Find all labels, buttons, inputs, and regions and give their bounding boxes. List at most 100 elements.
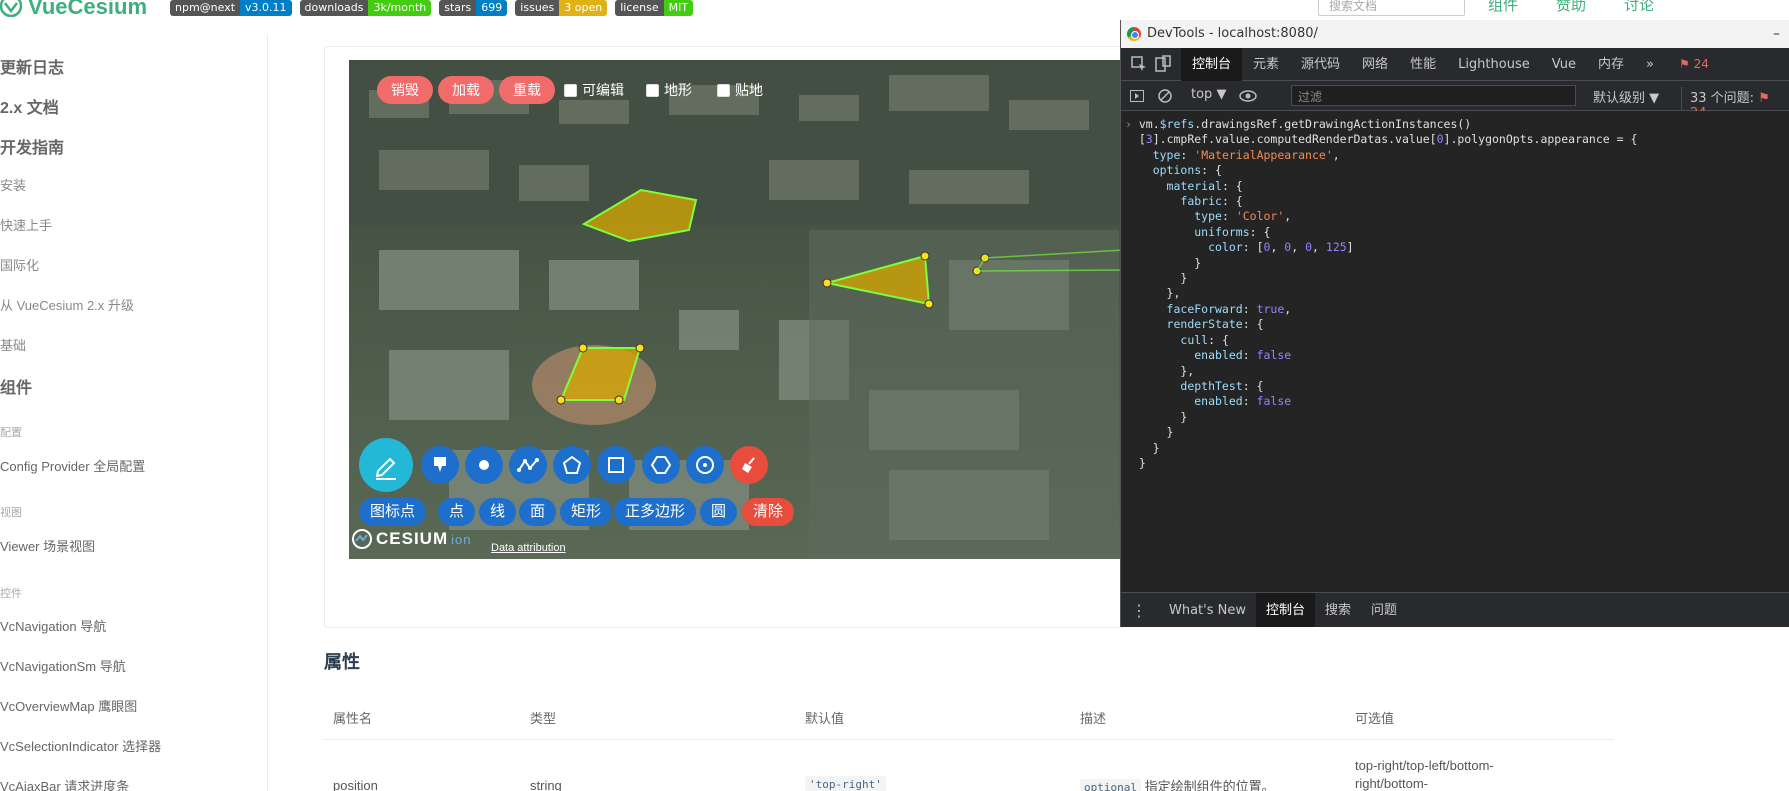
tab-network[interactable]: 网络 <box>1351 48 1399 81</box>
inspect-element-icon[interactable] <box>1129 54 1149 74</box>
log-level-select[interactable]: 默认级别 ▼ <box>1593 87 1659 106</box>
tab-sources[interactable]: 源代码 <box>1290 48 1351 81</box>
tab-lighthouse[interactable]: Lighthouse <box>1447 48 1541 81</box>
nav-link-discuss[interactable]: 讨论 <box>1624 0 1654 15</box>
label-billboard[interactable]: 图标点 <box>359 498 427 526</box>
drawer-menu-icon[interactable]: ⋮ <box>1121 601 1159 620</box>
section-title: 属性 <box>324 652 360 672</box>
column-header: 默认值 <box>805 711 845 726</box>
destroy-button[interactable]: 销毁 <box>377 76 433 104</box>
error-flag-icon: ⚑ <box>1678 57 1690 71</box>
console-output[interactable]: › vm.$refs.drawingsRef.getDrawingActionI… <box>1121 111 1789 592</box>
sidebar-item-config-provider[interactable]: Config Provider 全局配置 <box>0 456 145 475</box>
eye-icon[interactable] <box>1239 88 1257 104</box>
load-button[interactable]: 加载 <box>438 76 494 104</box>
checkbox-box[interactable] <box>717 83 730 97</box>
more-tabs-button[interactable]: » <box>1635 48 1665 81</box>
sidebar-item-ajax-bar[interactable]: VcAjaxBar 请求进度条 <box>0 776 129 791</box>
checkbox-box[interactable] <box>564 83 577 97</box>
device-toolbar-icon[interactable] <box>1153 54 1173 74</box>
clamp-ground-checkbox[interactable]: 贴地 <box>717 80 763 100</box>
nav-link-components[interactable]: 组件 <box>1488 0 1518 15</box>
sidebar-item-guide[interactable]: 开发指南 <box>0 134 64 158</box>
drawer-tab-issues[interactable]: 问题 <box>1361 593 1407 628</box>
clear-console-icon[interactable] <box>1157 88 1173 104</box>
sidebar-item-components[interactable]: 组件 <box>0 374 32 398</box>
cesium-viewer[interactable]: 销毁 加载 重载 可编辑 地形 贴地 图标点 点 线 面 矩形 正多边形 圆 清… <box>349 60 1124 559</box>
polygon-tool-button[interactable] <box>553 446 591 484</box>
reload-button[interactable]: 重载 <box>499 76 555 104</box>
badge-license[interactable]: license MIT <box>615 0 694 16</box>
badge-npm[interactable]: npm@next v3.0.11 <box>170 0 292 16</box>
tab-memory[interactable]: 内存 <box>1587 48 1635 81</box>
nav-link-sponsor[interactable]: 赞助 <box>1556 0 1586 15</box>
sidebar-item-basics[interactable]: 基础 <box>0 335 26 354</box>
sidebar-group-config: 配置 <box>0 427 22 439</box>
badge-downloads[interactable]: downloads 3k/month <box>299 0 432 16</box>
logo-text: VueCesium <box>28 0 148 19</box>
sidebar-item-overview-map[interactable]: VcOverviewMap 鹰眼图 <box>0 696 137 715</box>
sidebar-item-upgrade[interactable]: 从 VueCesium 2.x 升级 <box>0 295 134 314</box>
label-polygon[interactable]: 面 <box>519 498 557 526</box>
cesium-ion-logo[interactable]: CESIUM ion <box>351 528 471 550</box>
label-polyline[interactable]: 线 <box>479 498 517 526</box>
tab-console[interactable]: 控制台 <box>1181 47 1243 81</box>
site-logo[interactable]: VueCesium <box>0 0 147 20</box>
tab-vue[interactable]: Vue <box>1541 48 1587 81</box>
context-select[interactable]: top ▼ <box>1191 87 1226 102</box>
label-rectangle[interactable]: 矩形 <box>560 498 613 526</box>
prop-type-cell: string <box>530 778 562 791</box>
sidebar-toggle-icon[interactable] <box>1129 88 1145 104</box>
regular-polygon-tool-button[interactable] <box>642 446 680 484</box>
devtools-window: DevTools - localhost:8080/ – 控制台 元素 源代码 … <box>1120 20 1789 627</box>
circle-tool-button[interactable] <box>686 446 724 484</box>
cesium-logo-icon <box>352 529 372 549</box>
search-input[interactable]: 搜索文档 <box>1318 0 1465 16</box>
sidebar-item-navigation[interactable]: VcNavigation 导航 <box>0 616 106 635</box>
minimize-icon[interactable]: – <box>1773 20 1780 48</box>
editable-checkbox[interactable]: 可编辑 <box>564 80 624 100</box>
prop-options-line-2: right/bottom- <box>1355 776 1428 791</box>
label-regular-polygon[interactable]: 正多边形 <box>614 498 697 526</box>
polygon-icon <box>562 455 582 474</box>
drawer-tab-console[interactable]: 控制台 <box>1256 592 1316 627</box>
label-clear[interactable]: 清除 <box>742 498 795 526</box>
sidebar-item-i18n[interactable]: 国际化 <box>0 255 39 274</box>
polyline-icon <box>517 458 539 472</box>
drawer-tab-whats-new[interactable]: What's New <box>1159 593 1256 628</box>
label-point[interactable]: 点 <box>438 498 476 526</box>
devtools-titlebar[interactable]: DevTools - localhost:8080/ – <box>1121 20 1789 48</box>
sidebar-item-selection-indicator[interactable]: VcSelectionIndicator 选择器 <box>0 736 161 755</box>
column-header: 可选值 <box>1355 711 1395 726</box>
label-circle[interactable]: 圆 <box>700 498 738 526</box>
circle-icon <box>696 456 714 474</box>
error-count-badge[interactable]: ⚑ 24 <box>1679 57 1709 71</box>
column-header: 属性名 <box>333 711 373 726</box>
sidebar-item-changelog[interactable]: 更新日志 <box>0 54 64 78</box>
prop-desc-cell: optional 指定绘制组件的位置。 <box>1080 776 1275 791</box>
point-tool-button[interactable] <box>465 446 503 484</box>
sidebar-item-install[interactable]: 安装 <box>0 175 26 194</box>
clear-tool-button[interactable] <box>730 446 768 484</box>
sidebar-item-viewer[interactable]: Viewer 场景视图 <box>0 536 95 555</box>
badge-stars[interactable]: stars 699 <box>439 0 508 16</box>
tab-elements[interactable]: 元素 <box>1242 48 1290 81</box>
badge-issues[interactable]: issues 3 open <box>515 0 608 16</box>
vuecesium-logo-icon <box>0 0 22 17</box>
tab-performance[interactable]: 性能 <box>1399 48 1447 81</box>
data-attribution-link[interactable]: Data attribution <box>491 542 566 554</box>
checkbox-box[interactable] <box>646 83 659 97</box>
prop-default-cell: 'top-right' <box>805 776 886 791</box>
drawing-toggle-button[interactable] <box>359 438 413 492</box>
rectangle-tool-button[interactable] <box>597 446 635 484</box>
pin-tool-button[interactable] <box>421 446 459 484</box>
console-filter-input[interactable]: 过滤 <box>1291 85 1576 106</box>
polyline-tool-button[interactable] <box>509 446 547 484</box>
terrain-checkbox[interactable]: 地形 <box>646 80 692 100</box>
drawer-tab-search[interactable]: 搜索 <box>1315 593 1361 628</box>
sidebar-item-2x-docs[interactable]: 2.x 文档 <box>0 94 59 118</box>
sidebar-item-quickstart[interactable]: 快速上手 <box>0 215 52 234</box>
props-table-header: 属性名 类型 默认值 描述 可选值 <box>324 694 1614 740</box>
sidebar-item-navigation-sm[interactable]: VcNavigationSm 导航 <box>0 656 126 675</box>
devtools-drawer-tabbar: ⋮ What's New 控制台 搜索 问题 <box>1121 592 1789 627</box>
